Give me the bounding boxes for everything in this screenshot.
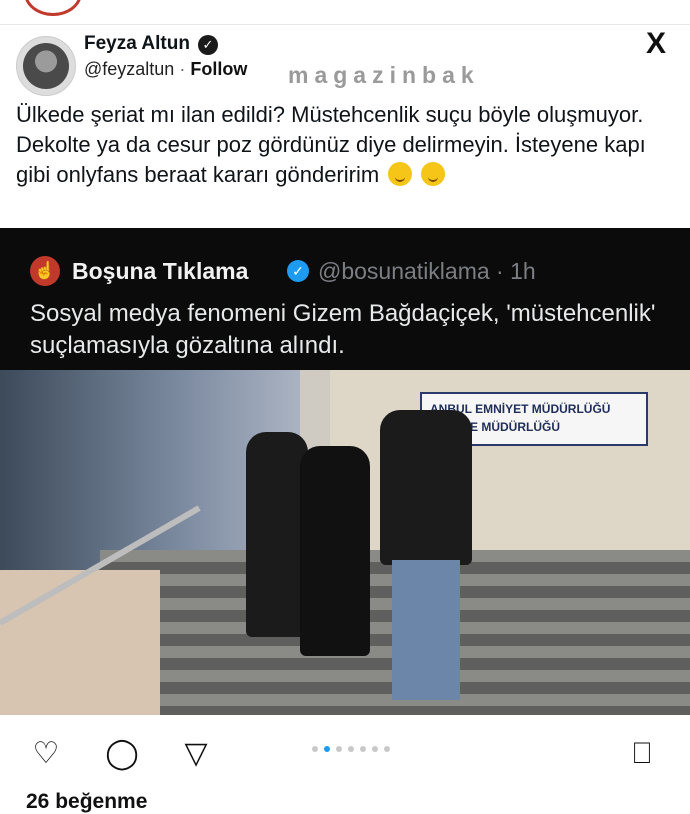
- top-strip: [0, 0, 690, 25]
- author-handle[interactable]: @feyzaltun: [84, 59, 174, 79]
- tweet-text: Ülkede şeriat mı ilan edildi? Müstehcenl…: [16, 100, 676, 190]
- carousel-dots: [312, 746, 402, 756]
- winking-face-icon: [421, 162, 446, 186]
- carousel-dot: [372, 746, 378, 752]
- watermark-text: magazinbak: [288, 62, 480, 88]
- follow-button[interactable]: Follow: [190, 59, 247, 79]
- verified-icon: ✓: [198, 35, 218, 55]
- quote-text: Sosyal medya fenomeni Gizem Bağdaçiçek, …: [30, 300, 656, 359]
- comment-icon[interactable]: ◯: [102, 734, 142, 774]
- author-name[interactable]: Feyza Altun: [84, 33, 190, 55]
- carousel-dot: [348, 746, 354, 752]
- quote-handle-time: @bosunatiklama · 1h: [318, 258, 536, 284]
- share-icon[interactable]: ▽: [176, 734, 216, 774]
- quoted-tweet[interactable]: ☝ Boşuna Tıklama ✓ @bosunatiklama · 1h S…: [0, 228, 690, 370]
- officer-right: [380, 410, 472, 565]
- tweet-header: Feyza Altun ✓ @feyzaltun · Follow magazi…: [0, 24, 690, 96]
- carousel-dot: [384, 746, 390, 752]
- author-avatar[interactable]: [16, 36, 76, 96]
- carousel-dot: [324, 746, 330, 752]
- tweet-body: Ülkede şeriat mı ilan edildi? Müstehcenl…: [16, 102, 646, 187]
- quote-verified-icon: ✓: [287, 260, 309, 282]
- officer-left: [246, 432, 308, 637]
- quote-author-name[interactable]: Boşuna Tıklama: [72, 258, 248, 285]
- carousel-dot: [336, 746, 342, 752]
- separator: ·: [179, 59, 186, 79]
- officer-right-legs: [392, 560, 460, 700]
- heart-icon[interactable]: ♡: [26, 734, 66, 774]
- author-handle-row: @feyzaltun · Follow: [84, 59, 247, 80]
- bookmark-icon[interactable]: ⎕: [622, 734, 662, 774]
- woman-center: [300, 446, 370, 656]
- carousel-dot: [312, 746, 318, 752]
- x-logo-icon[interactable]: X: [640, 28, 672, 60]
- likes-count[interactable]: 26 beğenme: [26, 790, 147, 814]
- news-photo[interactable]: ANBUL EMNİYET MÜDÜRLÜĞÜ İŞ ŞUBE MÜDÜRLÜĞ…: [0, 370, 690, 715]
- quote-avatar-icon: ☝: [30, 256, 60, 286]
- carousel-dot: [360, 746, 366, 752]
- side-wall: [0, 570, 160, 715]
- story-avatar[interactable]: [24, 0, 82, 16]
- kissing-face-icon: [388, 162, 413, 186]
